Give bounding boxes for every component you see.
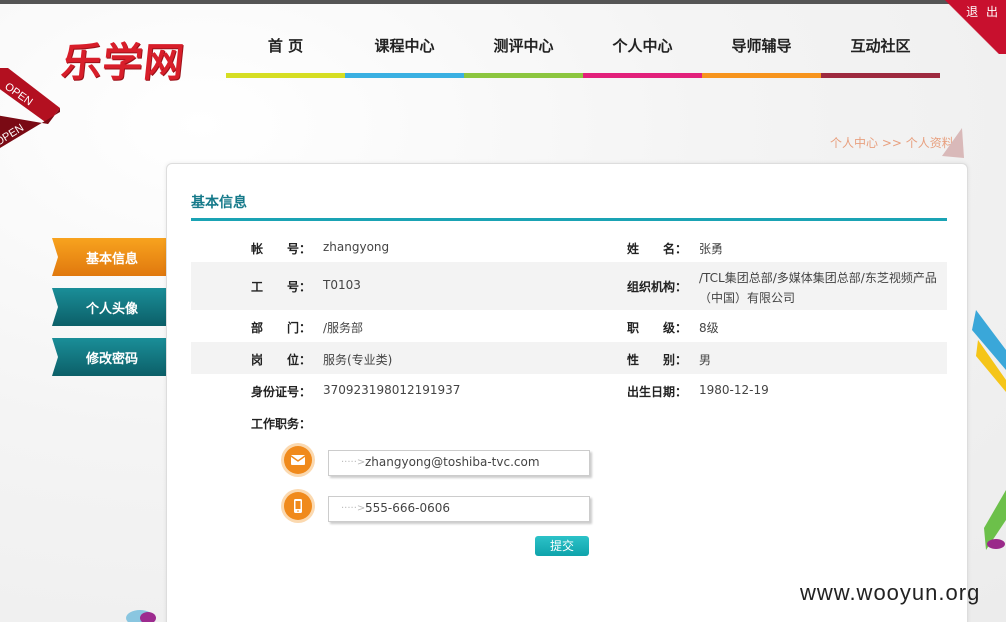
- top-border: [0, 0, 1006, 4]
- gender-value: 男: [699, 353, 712, 367]
- logout-label: 退 出: [966, 5, 1000, 19]
- sidebar-tab-password[interactable]: 修改密码: [52, 338, 168, 376]
- name-label: 姓 名：: [627, 242, 688, 256]
- nav-personal-label: 个人中心: [612, 37, 673, 55]
- nav-underline: [583, 73, 702, 78]
- id-value: 370923198012191937: [323, 383, 461, 397]
- info-row-duty: 工作职务：: [191, 406, 947, 436]
- gender-label: 性 别：: [627, 353, 688, 367]
- phone-icon: [284, 492, 312, 520]
- phone-value: 555-666-0606: [365, 501, 451, 515]
- sidebar-tab-basic-info[interactable]: 基本信息: [52, 238, 168, 276]
- nav-underline: [345, 73, 464, 78]
- sidebar-tab-label: 修改密码: [86, 352, 139, 367]
- nav-community-label: 互动社区: [850, 37, 911, 55]
- email-value: zhangyong@toshiba-tvc.com: [365, 455, 540, 469]
- duty-label: 工作职务：: [251, 417, 312, 431]
- arrow-icon: ·····>: [341, 457, 366, 468]
- level-label: 职 级：: [627, 321, 688, 335]
- info-row-id: 身份证号： 370923198012191937 出生日期： 1980-12-1…: [191, 374, 947, 406]
- corner-fold-decoration: [942, 128, 964, 158]
- email-field[interactable]: ·····> zhangyong@toshiba-tvc.com: [328, 450, 590, 476]
- logout-button[interactable]: 退 出: [934, 0, 1006, 54]
- sidebar-tab-label: 个人头像: [86, 302, 139, 317]
- arrow-icon: ·····>: [341, 503, 366, 514]
- nav-community[interactable]: 互动社区: [821, 30, 940, 78]
- account-value: zhangyong: [323, 240, 390, 254]
- crayon-decoration: [972, 310, 1006, 550]
- nav-assessment-label: 测评中心: [493, 37, 554, 55]
- watermark: www.wooyun.org: [800, 580, 981, 605]
- panel-title-underline: [191, 218, 947, 221]
- dept-label: 部 门：: [251, 321, 312, 335]
- nav-underline: [464, 73, 583, 78]
- dept-value: /服务部: [323, 321, 364, 335]
- post-value: 服务(专业类): [323, 353, 393, 367]
- level-value: 8级: [699, 321, 719, 335]
- pill-decoration: [126, 610, 156, 622]
- nav-courses[interactable]: 课程中心: [345, 30, 464, 78]
- phone-field[interactable]: ·····> 555-666-0606: [328, 496, 590, 522]
- breadcrumb[interactable]: 个人中心 >> 个人资料: [830, 134, 954, 151]
- nav-home-label: 首 页: [267, 37, 304, 55]
- info-row-dept: 部 门： /服务部 职 级： 8级: [191, 310, 947, 342]
- org-label: 组织机构：: [627, 280, 688, 294]
- nav-courses-label: 课程中心: [374, 37, 435, 55]
- name-value: 张勇: [699, 242, 724, 256]
- info-row-post: 岗 位： 服务(专业类) 性 别： 男: [191, 342, 947, 374]
- sidebar-tab-avatar[interactable]: 个人头像: [52, 288, 168, 326]
- main-nav: 首 页 课程中心 测评中心 个人中心 导师辅导 互动社区: [226, 30, 940, 78]
- open-ribbon-decoration: OPEN OPEN: [0, 68, 60, 149]
- panel-title: 基本信息: [191, 195, 247, 211]
- nav-underline: [702, 73, 821, 78]
- birth-value: 1980-12-19: [699, 383, 769, 397]
- info-row-account: 帐 号： zhangyong 姓 名： 张勇: [191, 232, 947, 262]
- post-label: 岗 位：: [251, 353, 312, 367]
- account-label: 帐 号：: [251, 242, 312, 256]
- nav-underline: [226, 73, 345, 78]
- nav-tutor[interactable]: 导师辅导: [702, 30, 821, 78]
- org-value: /TCL集团总部/多媒体集团总部/东芝视频产品（中国）有限公司: [699, 271, 937, 305]
- info-row-employee: 工 号： T0103 组织机构： /TCL集团总部/多媒体集团总部/东芝视频产品…: [191, 262, 947, 310]
- nav-underline: [821, 73, 940, 78]
- birth-label: 出生日期：: [627, 385, 688, 399]
- nav-assessment[interactable]: 测评中心: [464, 30, 583, 78]
- mail-icon: [284, 446, 312, 474]
- submit-button[interactable]: 提交: [535, 536, 589, 556]
- employee-no-label: 工 号：: [251, 280, 312, 294]
- id-label: 身份证号：: [251, 385, 312, 399]
- nav-home[interactable]: 首 页: [226, 30, 345, 78]
- nav-tutor-label: 导师辅导: [731, 37, 792, 55]
- sidebar-tab-label: 基本信息: [86, 252, 139, 267]
- employee-no-value: T0103: [323, 278, 361, 292]
- site-logo[interactable]: 乐学网: [59, 30, 188, 88]
- nav-personal[interactable]: 个人中心: [583, 30, 702, 78]
- profile-panel: 基本信息 帐 号： zhangyong 姓 名： 张勇 工 号： T0103 组…: [166, 163, 968, 622]
